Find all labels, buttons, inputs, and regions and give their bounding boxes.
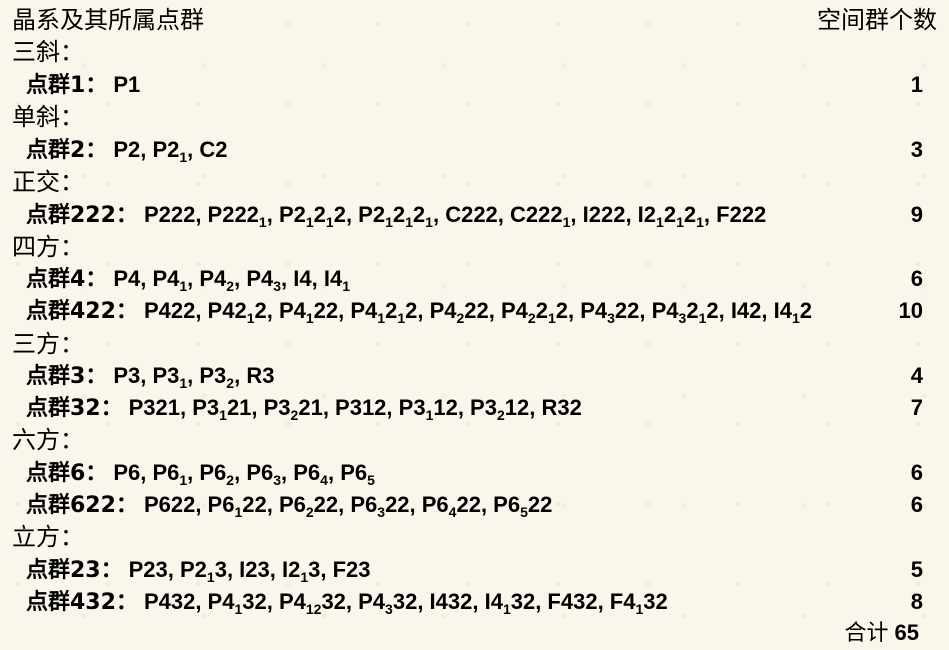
system-title-hexagonal: 六方： — [0, 424, 949, 456]
pointgroup-row-3: 点群3： P3, P31, P32, R3 4 — [0, 360, 949, 392]
pointgroup-row-1: 点群1： P1 1 — [0, 69, 949, 101]
pointgroup-label: 点群2： — [26, 138, 108, 163]
pointgroup-row-32: 点群32： P321, P3121, P3221, P312, P3112, P3… — [0, 392, 949, 424]
space-group-count: 4 — [910, 363, 923, 388]
system-title-monoclinic: 单斜： — [0, 101, 949, 133]
system-title-tetragonal: 四方： — [0, 231, 949, 263]
space-group-list: P6, P61, P62, P63, P64, P65 — [113, 460, 375, 488]
space-group-list: P23, P213, I23, I213, F23 — [128, 557, 371, 585]
space-group-list: P422, P4212, P4122, P41212, P4222, P4221… — [143, 298, 813, 326]
space-group-count: 8 — [910, 589, 923, 614]
pointgroup-entry: 点群622： P622, P6122, P6222, P6322, P6422, … — [26, 489, 552, 522]
system-title: 单斜： — [12, 103, 84, 131]
space-group-count: 3 — [910, 137, 923, 162]
pointgroup-label: 点群622： — [26, 493, 138, 518]
space-group-count: 6 — [910, 266, 923, 291]
system-title-triclinic: 三斜： — [0, 36, 949, 68]
pointgroup-row-4: 点群4： P4, P41, P42, P43, I4, I41 6 — [0, 263, 949, 295]
pointgroup-entry: 点群422： P422, P4212, P4122, P41212, P4222,… — [26, 295, 812, 328]
system-title: 立方： — [12, 523, 84, 551]
pointgroup-entry: 点群222： P222, P2221, P21212, P212121, C222… — [26, 199, 766, 232]
system-title-cubic: 立方： — [0, 521, 949, 553]
total-entry: 合计 65 — [845, 617, 920, 650]
space-group-list: P622, P6122, P6222, P6322, P6422, P6522 — [143, 492, 553, 520]
pointgroup-entry: 点群6： P6, P61, P62, P63, P64, P65 — [26, 457, 375, 490]
pointgroup-entry: 点群3： P3, P31, P32, R3 — [26, 360, 274, 393]
space-group-count: 9 — [910, 202, 923, 227]
pointgroup-entry: 点群4： P4, P41, P42, P43, I4, I41 — [26, 263, 350, 296]
space-group-list: P321, P3121, P3221, P312, P3112, P3212, … — [128, 395, 582, 423]
pointgroup-entry: 点群32： P321, P3121, P3221, P312, P3112, P3… — [26, 392, 582, 425]
total-label: 合计 — [844, 621, 889, 646]
system-title: 正交： — [12, 168, 84, 196]
header-row: 晶系及其所属点群 空间群个数 — [0, 4, 949, 36]
pointgroup-label: 点群3： — [26, 364, 108, 389]
pointgroup-label: 点群1： — [26, 73, 108, 98]
pointgroup-entry: 点群23： P23, P213, I23, I213, F23 — [26, 554, 371, 587]
pointgroup-row-6: 点群6： P6, P61, P62, P63, P64, P65 6 — [0, 457, 949, 489]
system-title-trigonal: 三方： — [0, 328, 949, 360]
space-group-count: 7 — [910, 395, 923, 420]
space-group-count: 1 — [910, 72, 923, 97]
pointgroup-row-222: 点群222： P222, P2221, P21212, P212121, C222… — [0, 199, 949, 231]
pointgroup-label: 点群32： — [26, 396, 123, 421]
system-title: 三方： — [12, 330, 84, 358]
space-group-count: 6 — [910, 492, 923, 517]
system-title: 四方： — [12, 233, 84, 261]
space-group-list: P1 — [113, 72, 141, 97]
pointgroup-label: 点群4： — [26, 267, 108, 292]
pointgroup-row-622: 点群622： P622, P6122, P6222, P6322, P6422, … — [0, 489, 949, 521]
total-row: 合计 65 — [0, 617, 949, 649]
space-group-count: 6 — [910, 460, 923, 485]
pointgroup-row-432: 点群432： P432, P4132, P41232, P4332, I432, … — [0, 586, 949, 618]
pointgroup-row-23: 点群23： P23, P213, I23, I213, F23 5 — [0, 554, 949, 586]
system-title: 六方： — [12, 426, 84, 454]
space-group-list: P4, P41, P42, P43, I4, I41 — [113, 266, 350, 294]
space-group-list: P222, P2221, P21212, P212121, C222, C222… — [143, 202, 767, 230]
pointgroup-entry: 点群432： P432, P4132, P41232, P4332, I432, … — [26, 586, 668, 619]
header-left: 晶系及其所属点群 — [12, 6, 204, 34]
total-value: 65 — [894, 620, 919, 645]
pointgroup-entry: 点群1： P1 — [26, 69, 140, 102]
pointgroup-label: 点群6： — [26, 461, 108, 486]
pointgroup-label: 点群422： — [26, 299, 138, 324]
system-title: 三斜： — [12, 38, 84, 66]
space-group-list: P2, P21, C2 — [113, 137, 228, 165]
space-group-list: P3, P31, P32, R3 — [113, 363, 275, 391]
system-title-orthorhombic: 正交： — [0, 166, 949, 198]
pointgroup-label: 点群432： — [26, 590, 138, 615]
pointgroup-entry: 点群2： P2, P21, C2 — [26, 134, 228, 167]
pointgroup-row-422: 点群422： P422, P4212, P4122, P41212, P4222,… — [0, 295, 949, 327]
pointgroup-label: 点群23： — [26, 558, 123, 583]
header-right: 空间群个数 — [817, 6, 937, 34]
space-group-count: 5 — [910, 557, 923, 582]
space-group-list: P432, P4132, P41232, P4332, I432, I4132,… — [143, 589, 668, 617]
pointgroup-label: 点群222： — [26, 203, 138, 228]
space-group-count: 10 — [898, 298, 923, 323]
pointgroup-row-2: 点群2： P2, P21, C2 3 — [0, 134, 949, 166]
